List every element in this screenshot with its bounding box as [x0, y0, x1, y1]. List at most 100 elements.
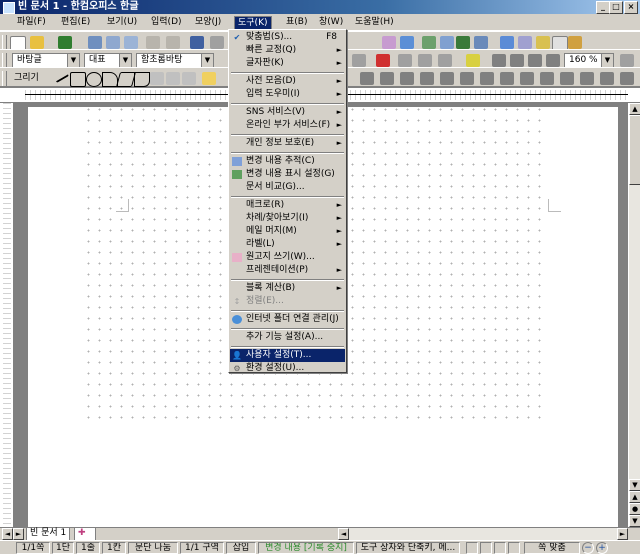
insert-table-icon[interactable]	[400, 36, 414, 49]
object-properties-icon[interactable]	[600, 72, 614, 85]
menu-table[interactable]: 표(B)	[283, 16, 310, 29]
chevron-down-icon[interactable]: ▼	[119, 54, 131, 67]
menu-item-compare[interactable]: 문서 비교(G)...	[230, 181, 345, 194]
connector-icon[interactable]	[166, 72, 180, 85]
ungroup-icon[interactable]	[460, 72, 474, 85]
align-justify-icon[interactable]	[492, 54, 506, 67]
menu-view[interactable]: 보기(U)	[104, 16, 140, 29]
menu-window[interactable]: 창(W)	[316, 16, 346, 29]
columns-icon[interactable]	[500, 36, 514, 49]
print-preview-icon[interactable]	[106, 36, 120, 49]
menu-item-online-services[interactable]: 온라인 부가 서비스(F) ►	[230, 119, 345, 132]
page-border-icon[interactable]	[518, 36, 532, 49]
group-icon[interactable]	[440, 72, 454, 85]
send-back-icon[interactable]	[500, 72, 514, 85]
status-page[interactable]: 1/1쪽	[16, 542, 50, 554]
scroll-right-icon[interactable]: ►	[617, 528, 628, 540]
status-zoom[interactable]: 쪽 맞춤	[524, 542, 580, 554]
menu-insert[interactable]: 입력(D)	[148, 16, 185, 29]
chevron-down-icon[interactable]: ▼	[601, 54, 613, 67]
scroll-up-icon[interactable]: ▲	[629, 103, 640, 115]
font-color-icon[interactable]	[376, 54, 390, 67]
page-browse-icon[interactable]: ●	[629, 503, 640, 515]
menu-item-label-tool[interactable]: 라벨(L) ►	[230, 238, 345, 251]
find-icon[interactable]	[190, 36, 204, 49]
insert-formula-icon[interactable]	[456, 36, 470, 49]
style-combo[interactable]: 바탕글 ▼	[12, 53, 80, 68]
align-left-icon[interactable]	[510, 54, 524, 67]
vertical-scrollbar[interactable]: ▲ ▼ ▲ ● ▼	[628, 103, 640, 527]
scroll-down-icon[interactable]: ▼	[629, 479, 640, 491]
insert-textbox-icon[interactable]	[440, 36, 454, 49]
toolbar-options-icon[interactable]	[620, 54, 634, 67]
view-page-icon[interactable]	[480, 542, 492, 554]
insert-chart-icon[interactable]	[422, 36, 436, 49]
arrow-icon[interactable]	[182, 72, 196, 85]
cut-icon[interactable]	[210, 36, 224, 49]
view-outline-icon[interactable]	[508, 542, 520, 554]
close-button[interactable]: ×	[624, 1, 638, 14]
chevron-down-icon[interactable]: ▼	[67, 54, 79, 67]
draw-options-icon[interactable]	[620, 72, 634, 85]
shadow-icon[interactable]	[420, 72, 434, 85]
align-right-icon[interactable]	[546, 54, 560, 67]
tab-prev-icon[interactable]: ◄	[2, 528, 13, 540]
distribute-icon[interactable]	[580, 72, 594, 85]
align-center-icon[interactable]	[528, 54, 542, 67]
prev-page-icon[interactable]: ▲	[629, 491, 640, 503]
zoom-out-icon[interactable]: −	[582, 542, 594, 554]
menu-help[interactable]: 도움말(H)	[352, 16, 397, 29]
subscript-icon[interactable]	[418, 54, 432, 67]
polygon-icon[interactable]	[115, 72, 137, 87]
fill-color-icon[interactable]	[202, 72, 216, 85]
line-style-icon[interactable]	[360, 72, 374, 85]
menu-item-macro[interactable]: 매크로(R) ►	[230, 199, 345, 212]
menu-item-quick-correct[interactable]: 빠른 교정(Q) ►	[230, 44, 345, 57]
language-combo[interactable]: 대표 ▼	[84, 53, 132, 68]
status-insert-mode[interactable]: 삽입	[226, 542, 256, 554]
menu-item-user-settings[interactable]: 👤 사용자 설정(T)...	[230, 349, 345, 362]
minimize-button[interactable]: _	[596, 1, 610, 14]
superscript-icon[interactable]	[398, 54, 412, 67]
menu-item-dictionary[interactable]: 사전 모음(D) ►	[230, 75, 345, 88]
menu-item-preferences[interactable]: ⚙ 환경 설정(U)...	[230, 362, 345, 375]
scroll-left-icon[interactable]: ◄	[338, 528, 349, 540]
print-icon[interactable]	[88, 36, 102, 49]
insert-picture-icon[interactable]	[382, 36, 396, 49]
draw-label[interactable]: 그리기	[14, 72, 39, 85]
underline-icon[interactable]	[438, 54, 452, 67]
chevron-down-icon[interactable]: ▼	[201, 54, 213, 67]
view-normal-icon[interactable]	[466, 542, 478, 554]
menu-item-internet-folder[interactable]: 인터넷 폴더 연결 관리(J)	[230, 313, 345, 326]
save-icon[interactable]	[58, 36, 72, 49]
freeform-icon[interactable]	[150, 72, 164, 85]
char-spacing-icon[interactable]	[352, 54, 366, 67]
tab-next-icon[interactable]: ►	[13, 528, 24, 540]
rectangle-icon[interactable]	[70, 72, 86, 87]
menu-item-presentation[interactable]: 프레젠테이션(P) ►	[230, 264, 345, 277]
highlight-icon[interactable]	[466, 54, 480, 67]
menu-file[interactable]: 파일(F)	[14, 16, 49, 29]
view-web-icon[interactable]	[494, 542, 506, 554]
status-tip[interactable]: 도구 상자와 단축키, 메...	[356, 542, 460, 554]
curve-icon[interactable]	[134, 72, 150, 87]
memo-icon[interactable]	[536, 36, 550, 49]
insert-symbol-icon[interactable]	[474, 36, 488, 49]
line-width-icon[interactable]	[380, 72, 394, 85]
vertical-ruler[interactable]	[0, 103, 14, 527]
menu-item-block-calc[interactable]: 블록 계산(B) ►	[230, 282, 345, 295]
redo-icon[interactable]	[166, 36, 180, 49]
menu-item-mail-merge[interactable]: 메일 머지(M) ►	[230, 225, 345, 238]
font-combo[interactable]: 함초롬바탕 ▼	[136, 53, 214, 68]
open-folder-icon[interactable]	[30, 36, 44, 49]
zoom-in-icon[interactable]: +	[596, 542, 608, 554]
undo-icon[interactable]	[146, 36, 160, 49]
menu-item-track-settings[interactable]: 변경 내용 표시 설정(G)	[230, 168, 345, 181]
menu-item-sns[interactable]: SNS 서비스(V) ►	[230, 106, 345, 119]
menu-format[interactable]: 모양(J)	[192, 16, 224, 29]
menu-item-spellcheck[interactable]: ✔ 맞춤법(S)... F8	[230, 31, 345, 44]
menu-item-input-helper[interactable]: 입력 도우미(I) ►	[230, 88, 345, 101]
hyperlink-icon[interactable]	[568, 36, 582, 49]
scroll-thumb[interactable]	[629, 115, 640, 185]
next-page-icon[interactable]: ▼	[629, 515, 640, 527]
